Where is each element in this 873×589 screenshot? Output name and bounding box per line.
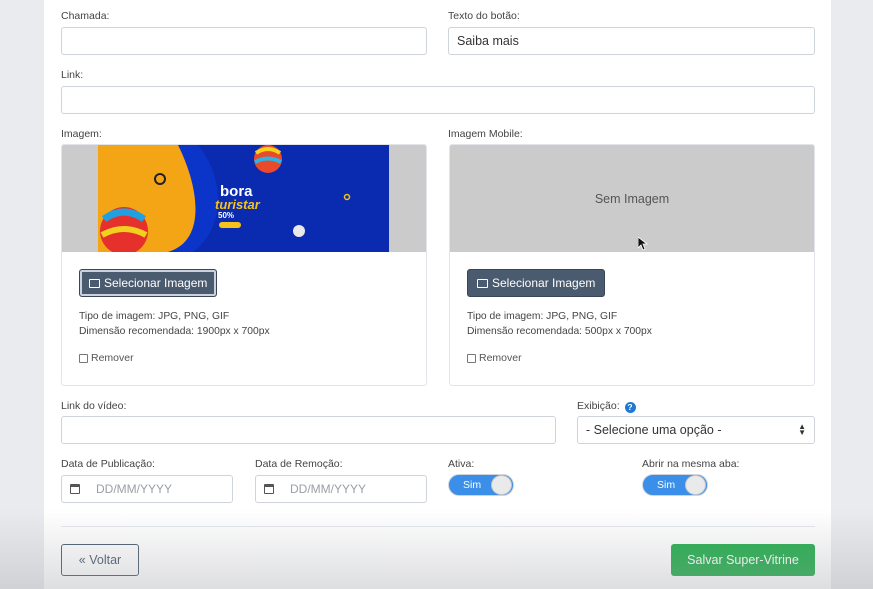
imagem-mobile-remover-checkbox[interactable]: Remover — [467, 352, 522, 364]
remover-label: Remover — [479, 352, 522, 364]
exibicao-label-text: Exibição: — [577, 400, 620, 412]
toggle-knob — [685, 475, 706, 495]
data-remocao-label: Data de Remoção: — [255, 458, 343, 470]
ativa-label: Ativa: — [448, 458, 475, 470]
image-icon — [89, 278, 100, 288]
mesma-aba-toggle[interactable]: Sim — [642, 474, 708, 496]
texto-botao-input[interactable]: Saiba mais — [448, 27, 815, 55]
sem-imagem-placeholder: Sem Imagem — [594, 191, 670, 206]
mesma-aba-toggle-text: Sim — [657, 479, 676, 491]
exibicao-select[interactable]: - Selecione uma opção - ▲ ▼ — [577, 416, 815, 444]
exibicao-selected-value: - Selecione uma opção - — [586, 423, 722, 437]
imagem-label: Imagem: — [61, 128, 102, 140]
banner-badge — [219, 222, 241, 228]
voltar-button[interactable]: « Voltar — [61, 544, 139, 576]
checkbox-box[interactable] — [79, 353, 88, 363]
banner-text-line3: 50% — [218, 211, 235, 220]
data-publicacao-placeholder: DD/MM/YYYY — [96, 482, 173, 496]
imagem-dimensao-hint: Dimensão recomendada: 1900px x 700px — [79, 326, 270, 337]
toggle-knob — [491, 475, 512, 495]
data-remocao-placeholder: DD/MM/YYYY — [290, 482, 367, 496]
calendar-icon — [70, 484, 80, 494]
ativa-toggle[interactable]: Sim — [448, 474, 514, 496]
texto-botao-label: Texto do botão: — [448, 10, 520, 22]
exibicao-label: Exibição: ? — [577, 400, 636, 413]
banner-text-line2: turistar — [215, 197, 260, 212]
imagem-mobile-card: Sem Imagem Selecionar Imagem Tipo de ima… — [449, 144, 815, 386]
data-remocao-input[interactable]: DD/MM/YYYY — [255, 475, 427, 503]
link-input[interactable] — [61, 86, 815, 114]
data-publicacao-input[interactable]: DD/MM/YYYY — [61, 475, 233, 503]
selecionar-imagem-mobile-label: Selecionar Imagem — [492, 276, 596, 290]
imagem-mobile-tipo-hint: Tipo de imagem: JPG, PNG, GIF — [467, 311, 618, 322]
ativa-toggle-text: Sim — [463, 479, 482, 491]
imagem-mobile-dimensao-hint: Dimensão recomendada: 500px x 700px — [467, 326, 652, 337]
imagem-card: bora turistar 50% Selecionar Imagem Tipo… — [61, 144, 427, 386]
balloon-top — [254, 145, 282, 173]
banner-image: bora turistar 50% — [98, 145, 389, 252]
imagem-tipo-hint: Tipo de imagem: JPG, PNG, GIF — [79, 311, 230, 322]
selecionar-imagem-label: Selecionar Imagem — [104, 276, 208, 290]
remover-label: Remover — [91, 352, 134, 364]
mouse-cursor-icon — [638, 237, 648, 251]
checkbox-box[interactable] — [467, 353, 476, 363]
link-video-input[interactable] — [61, 416, 556, 444]
select-arrows-icon: ▲ ▼ — [798, 422, 806, 437]
chamada-label: Chamada: — [61, 10, 110, 22]
form-divider — [61, 526, 815, 527]
calendar-icon — [264, 484, 274, 494]
link-video-label: Link do vídeo: — [61, 400, 127, 412]
data-publicacao-label: Data de Publicação: — [61, 458, 155, 470]
question-circle-icon[interactable]: ? — [624, 402, 636, 413]
mesma-aba-label: Abrir na mesma aba: — [642, 458, 740, 470]
imagem-mobile-label: Imagem Mobile: — [448, 128, 523, 140]
imagem-remover-checkbox[interactable]: Remover — [79, 352, 134, 364]
selecionar-imagem-button[interactable]: Selecionar Imagem — [79, 269, 218, 297]
link-label: Link: — [61, 69, 84, 81]
salvar-super-vitrine-button[interactable]: Salvar Super-Vitrine — [671, 544, 815, 576]
selecionar-imagem-mobile-button[interactable]: Selecionar Imagem — [467, 269, 606, 297]
chamada-input[interactable] — [61, 27, 427, 55]
balloon-left — [100, 207, 148, 252]
image-icon — [477, 278, 488, 288]
